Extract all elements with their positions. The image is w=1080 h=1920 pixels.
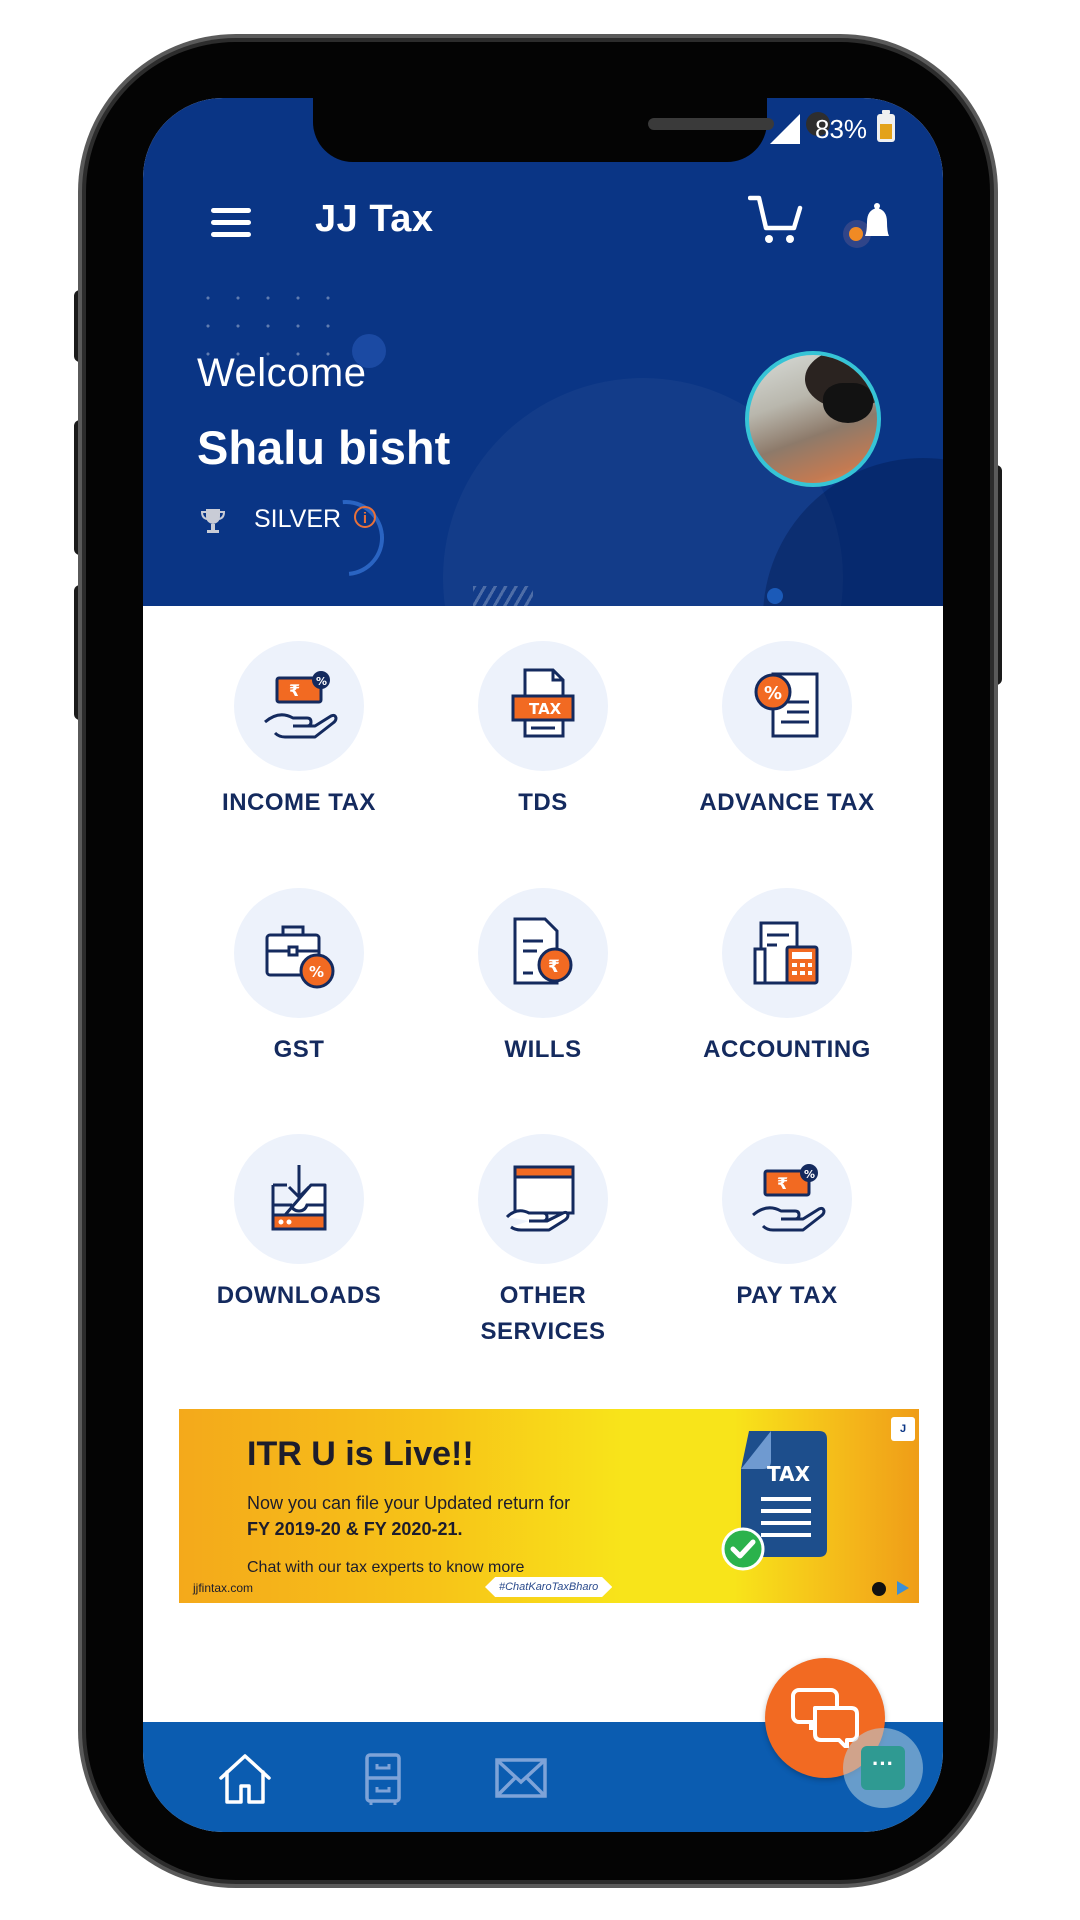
bell-icon[interactable]: [843, 198, 899, 250]
service-downloads[interactable]: DOWNLOADS: [179, 1134, 419, 1314]
header-decoration: [767, 588, 783, 604]
welcome-label: Welcome: [197, 351, 367, 395]
service-label: GST: [273, 1036, 325, 1063]
service-label: INCOME TAX: [222, 789, 376, 816]
svg-text:₹: ₹: [777, 1174, 788, 1193]
profile-header: 83% JJ Tax Welcome Shalu bisht SILVER i: [143, 98, 943, 606]
service-wills[interactable]: ₹ WILLS: [423, 888, 663, 1068]
service-tds[interactable]: TAX TDS: [423, 641, 663, 821]
banner-text: Now you can file your Updated return for: [247, 1493, 571, 1513]
service-accounting[interactable]: ACCOUNTING: [667, 888, 907, 1068]
app-store-icons: [872, 1581, 909, 1596]
banner-text: Chat with our tax experts to know more: [247, 1559, 525, 1576]
trophy-icon: [200, 509, 226, 533]
banner-hashtag: #ChatKaroTaxBharo: [485, 1577, 613, 1597]
user-name: Shalu bisht: [197, 421, 451, 474]
tax-document-icon: TAX: [721, 1431, 827, 1571]
service-label: TDS: [518, 789, 568, 816]
service-label: PAY TAX: [736, 1282, 838, 1309]
tax-doc-label: TAX: [767, 1462, 811, 1486]
home-icon[interactable]: [217, 1752, 273, 1806]
service-pay-tax[interactable]: ₹ % PAY TAX: [667, 1134, 907, 1314]
mail-icon[interactable]: [493, 1752, 549, 1806]
service-label: ACCOUNTING: [703, 1036, 871, 1063]
downloads-icon: [271, 1165, 327, 1231]
svg-text:%: %: [309, 963, 324, 981]
notch: [313, 98, 830, 162]
advance-tax-icon: %: [754, 672, 819, 738]
banner-title: ITR U is Live!!: [247, 1435, 474, 1473]
gst-icon: %: [265, 925, 335, 989]
banner-website: jjfintax.com: [193, 1581, 254, 1595]
service-label-line: SERVICES: [480, 1318, 606, 1345]
speaker: [648, 118, 774, 130]
service-label: DOWNLOADS: [216, 1282, 382, 1309]
svg-text:%: %: [316, 675, 327, 688]
header-decoration: [473, 586, 533, 606]
header-decoration: [292, 484, 400, 592]
cabinet-icon[interactable]: [355, 1752, 411, 1806]
app-title: JJ Tax: [315, 198, 434, 240]
jj-logo-icon: J: [891, 1417, 915, 1441]
power-button: [988, 465, 1002, 685]
tds-icon: TAX: [511, 668, 575, 738]
more-icon: ···: [861, 1746, 905, 1790]
info-icon[interactable]: i: [354, 506, 376, 528]
chat-icon: [791, 1688, 859, 1748]
service-label-line: OTHER: [499, 1282, 587, 1309]
app-screen: 83% JJ Tax Welcome Shalu bisht SILVER i …: [143, 98, 943, 1832]
service-label: ADVANCE TAX: [699, 789, 875, 816]
service-label: OTHER SERVICES: [423, 1278, 663, 1350]
svg-text:%: %: [804, 1168, 815, 1181]
avatar[interactable]: [745, 351, 881, 487]
battery-level: 83%: [815, 114, 868, 144]
svg-text:%: %: [764, 683, 782, 704]
service-income-tax[interactable]: ₹ % INCOME TAX: [179, 641, 419, 821]
service-gst[interactable]: % GST: [179, 888, 419, 1068]
promo-banner[interactable]: ITR U is Live!! Now you can file your Up…: [179, 1409, 919, 1603]
other-services-icon: [505, 1165, 575, 1232]
income-tax-icon: ₹ %: [264, 671, 338, 739]
service-label: WILLS: [504, 1036, 582, 1063]
service-advance-tax[interactable]: % ADVANCE TAX: [667, 641, 907, 821]
svg-text:₹: ₹: [548, 957, 560, 977]
svg-text:₹: ₹: [289, 681, 300, 700]
battery-icon: [877, 110, 895, 142]
signal-icon: [770, 114, 800, 144]
tds-badge: TAX: [529, 700, 562, 718]
service-other-services[interactable]: OTHER SERVICES: [423, 1134, 663, 1350]
wills-icon: ₹: [513, 917, 573, 985]
device-mockup: 83% JJ Tax Welcome Shalu bisht SILVER i …: [0, 0, 1080, 1920]
cart-icon[interactable]: [748, 194, 804, 246]
hamburger-menu-icon[interactable]: [211, 206, 251, 238]
banner-text: FY 2019-20 & FY 2020-21.: [247, 1519, 463, 1539]
membership-tier: SILVER: [254, 505, 342, 533]
accounting-icon: [753, 921, 819, 985]
more-options-button[interactable]: ···: [843, 1728, 923, 1808]
pay-tax-icon: ₹ %: [752, 1164, 826, 1232]
